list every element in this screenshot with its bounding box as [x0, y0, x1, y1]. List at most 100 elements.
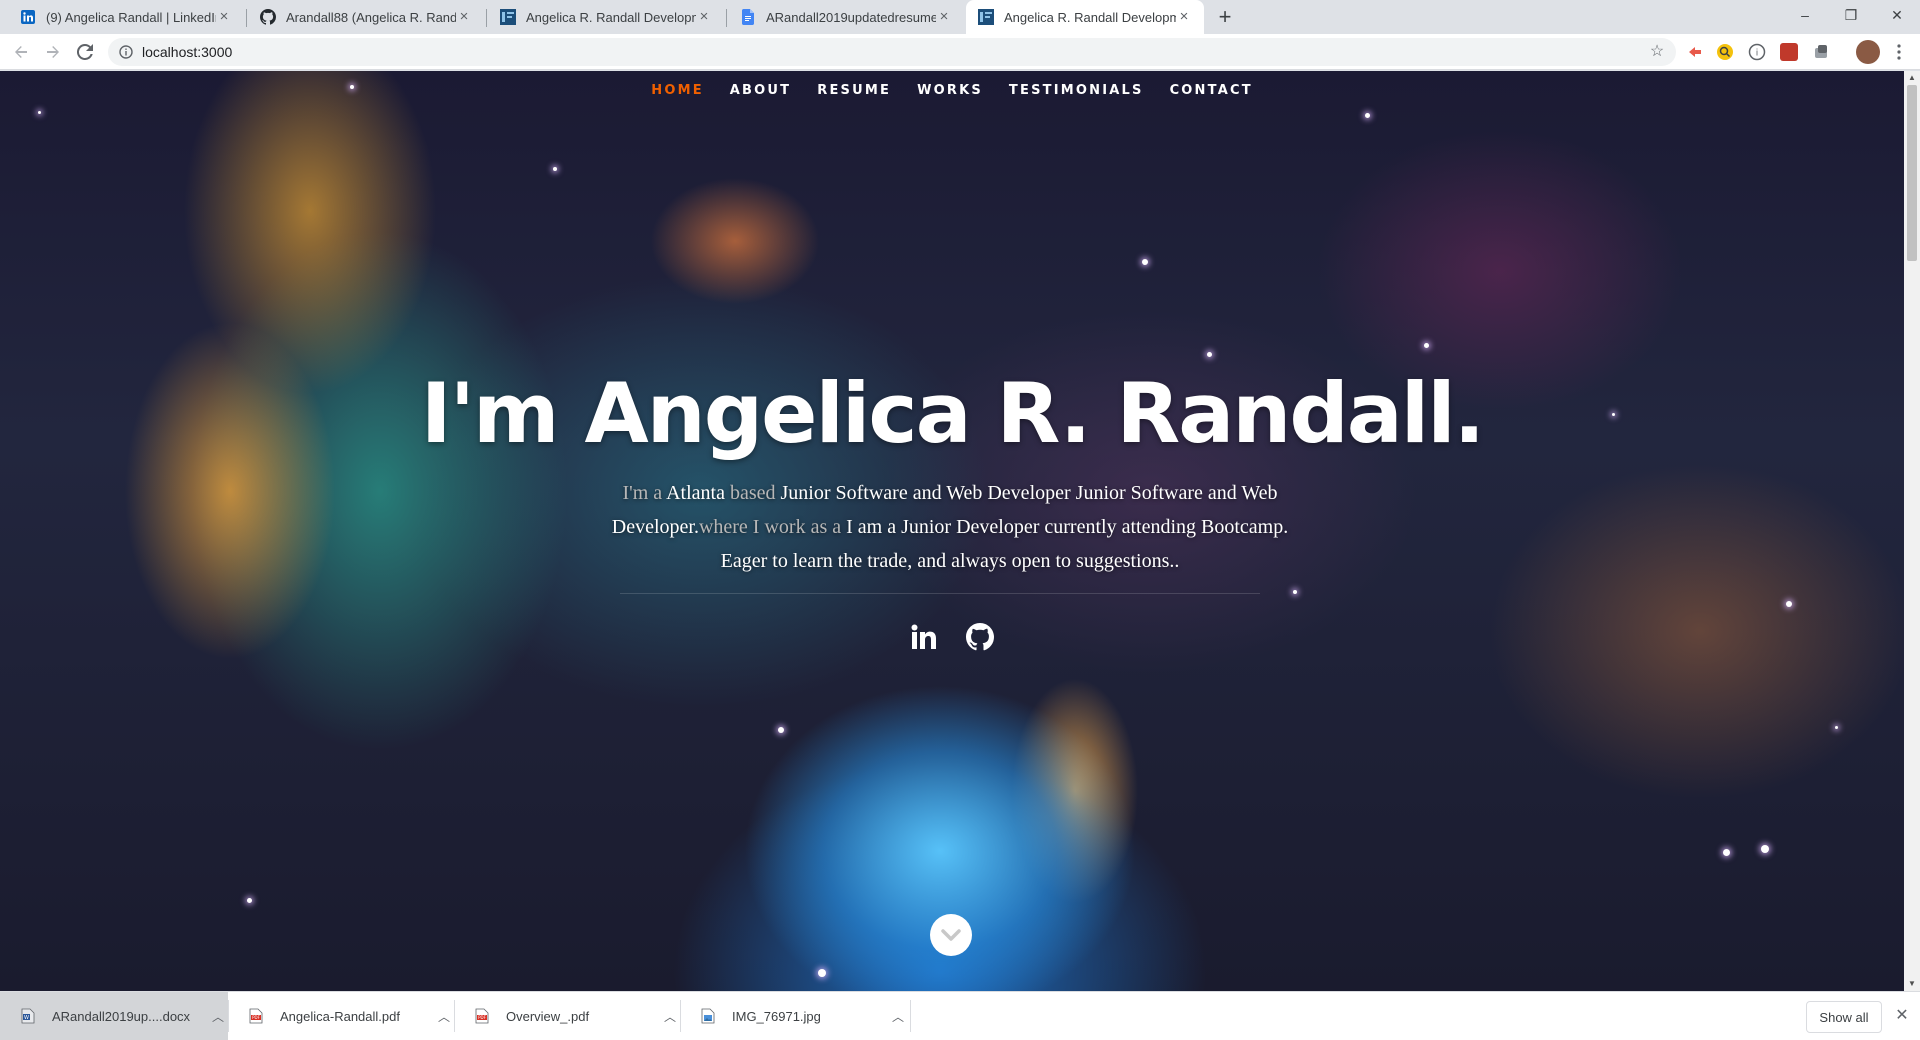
tab-google-docs[interactable]: ARandall2019updatedresume - G × [728, 0, 964, 34]
tab-separator [246, 9, 247, 27]
chevron-up-icon[interactable]: ︿ [208, 1008, 228, 1025]
nav-about[interactable]: ABOUT [717, 83, 804, 98]
social-links [0, 619, 1904, 655]
svg-text:W: W [24, 1015, 29, 1021]
nav-works[interactable]: WORKS [904, 83, 996, 98]
info-icon[interactable] [118, 44, 134, 60]
pdf-icon: PDF [475, 1008, 489, 1024]
star [1761, 845, 1769, 853]
tab-close-icon[interactable]: × [216, 9, 232, 25]
tab-separator [726, 9, 727, 27]
star [818, 969, 826, 977]
main-nav: HOME ABOUT RESUME WORKS TESTIMONIALS CON… [0, 83, 1904, 98]
star [553, 167, 557, 171]
show-all-button[interactable]: Show all [1806, 1001, 1882, 1033]
back-arrow-icon [15, 46, 27, 58]
star [1424, 343, 1429, 348]
tab-linkedin[interactable]: (9) Angelica Randall | LinkedIn × [8, 0, 244, 34]
tab-close-icon[interactable]: × [456, 9, 472, 25]
tab-title: Angelica R. Randall Development [526, 9, 696, 25]
back-button[interactable] [8, 39, 34, 65]
star [1723, 849, 1730, 856]
svg-text:PDF: PDF [478, 1015, 486, 1020]
tab-site-1[interactable]: Angelica R. Randall Development × [488, 0, 724, 34]
address-bar[interactable]: localhost:3000 ☆ [108, 38, 1676, 66]
tab-close-icon[interactable]: × [696, 9, 712, 25]
site-favicon [500, 9, 516, 25]
download-filename: ARandall2019up....docx [52, 1008, 191, 1024]
bookmark-star-icon[interactable]: ☆ [1648, 43, 1666, 61]
hero-intro: I'm a Atlanta based Junior Software and … [592, 476, 1308, 578]
divider [910, 1000, 911, 1032]
close-icon[interactable]: ✕ [1892, 1006, 1912, 1026]
tab-site-active[interactable]: Angelica R. Randall Development × [966, 0, 1204, 34]
chevron-up-icon[interactable]: ︿ [888, 1008, 908, 1025]
star [1207, 352, 1212, 357]
download-item[interactable]: W ARandall2019up....docx ︿ [0, 992, 228, 1040]
star [1142, 259, 1148, 265]
new-tab-button[interactable]: + [1212, 5, 1238, 31]
url-text[interactable]: localhost:3000 [142, 44, 232, 60]
svg-text:PDF: PDF [252, 1015, 260, 1020]
forward-button[interactable] [40, 39, 66, 65]
nav-resume[interactable]: RESUME [804, 83, 904, 98]
pdf-icon: PDF [249, 1008, 263, 1024]
word-doc-icon: W [21, 1008, 35, 1024]
forward-arrow-icon [47, 46, 59, 58]
tab-title: ARandall2019updatedresume - G [766, 9, 936, 25]
minimize-button[interactable]: – [1782, 0, 1828, 30]
star [1835, 726, 1838, 729]
menu-icon[interactable] [1886, 39, 1912, 65]
nav-home[interactable]: HOME [638, 83, 717, 98]
browser-window: (9) Angelica Randall | LinkedIn × Aranda… [0, 0, 1920, 1040]
scroll-down-button[interactable] [930, 914, 972, 956]
download-filename: Overview_.pdf [506, 1008, 590, 1024]
reload-icon [77, 44, 93, 60]
star [1786, 601, 1792, 607]
star [1293, 590, 1297, 594]
tab-title: (9) Angelica Randall | LinkedIn [46, 9, 216, 25]
extension-circle-icon[interactable]: i [1748, 43, 1766, 61]
intro-prefix: I'm a [622, 482, 663, 504]
scroll-down-arrow-icon[interactable]: ▼ [1904, 977, 1920, 991]
nav-contact[interactable]: CONTACT [1157, 83, 1266, 98]
github-icon [260, 9, 276, 25]
star [778, 727, 784, 733]
close-window-button[interactable]: ✕ [1874, 0, 1920, 30]
linkedin-icon [20, 9, 36, 25]
browser-toolbar: localhost:3000 ☆ i [0, 34, 1920, 70]
github-icon[interactable] [962, 619, 998, 655]
download-item[interactable]: IMG_76971.jpg ︿ [680, 992, 908, 1040]
restore-button[interactable]: ❐ [1828, 0, 1874, 30]
extension-red-icon[interactable] [1686, 43, 1704, 61]
tab-github[interactable]: Arandall88 (Angelica R. Randall ) × [248, 0, 484, 34]
page-scrollbar[interactable]: ▲ ▼ [1904, 71, 1920, 991]
download-item[interactable]: PDF Overview_.pdf ︿ [454, 992, 680, 1040]
linkedin-icon[interactable] [906, 619, 942, 655]
star [38, 111, 41, 114]
download-item[interactable]: PDF Angelica-Randall.pdf ︿ [228, 992, 454, 1040]
chevron-up-icon[interactable]: ︿ [434, 1008, 454, 1025]
hero-section: HOME ABOUT RESUME WORKS TESTIMONIALS CON… [0, 71, 1904, 991]
intro-based: based [729, 482, 776, 504]
tab-title: Angelica R. Randall Development [1004, 9, 1176, 25]
tab-strip: (9) Angelica Randall | LinkedIn × Aranda… [0, 0, 1920, 34]
hero-divider [620, 593, 1260, 594]
download-filename: IMG_76971.jpg [732, 1008, 821, 1024]
tab-close-icon[interactable]: × [1176, 9, 1192, 25]
profile-avatar[interactable] [1856, 40, 1880, 64]
tab-close-icon[interactable]: × [936, 9, 952, 25]
tab-separator [486, 9, 487, 27]
nav-testimonials[interactable]: TESTIMONIALS [996, 83, 1157, 98]
extension-red-square-icon[interactable] [1780, 43, 1798, 61]
download-filename: Angelica-Randall.pdf [280, 1008, 400, 1024]
intro-work-as: where I work as a [698, 516, 842, 538]
scroll-up-arrow-icon[interactable]: ▲ [1904, 71, 1920, 85]
reload-button[interactable] [72, 39, 98, 65]
star [1365, 113, 1370, 118]
extension-yellow-icon[interactable] [1716, 43, 1734, 61]
hero-title: I'm Angelica R. Randall. [420, 365, 1485, 462]
scrollbar-thumb[interactable] [1907, 85, 1917, 261]
chevron-up-icon[interactable]: ︿ [660, 1008, 680, 1025]
extension-gray-icon[interactable] [1812, 43, 1830, 61]
